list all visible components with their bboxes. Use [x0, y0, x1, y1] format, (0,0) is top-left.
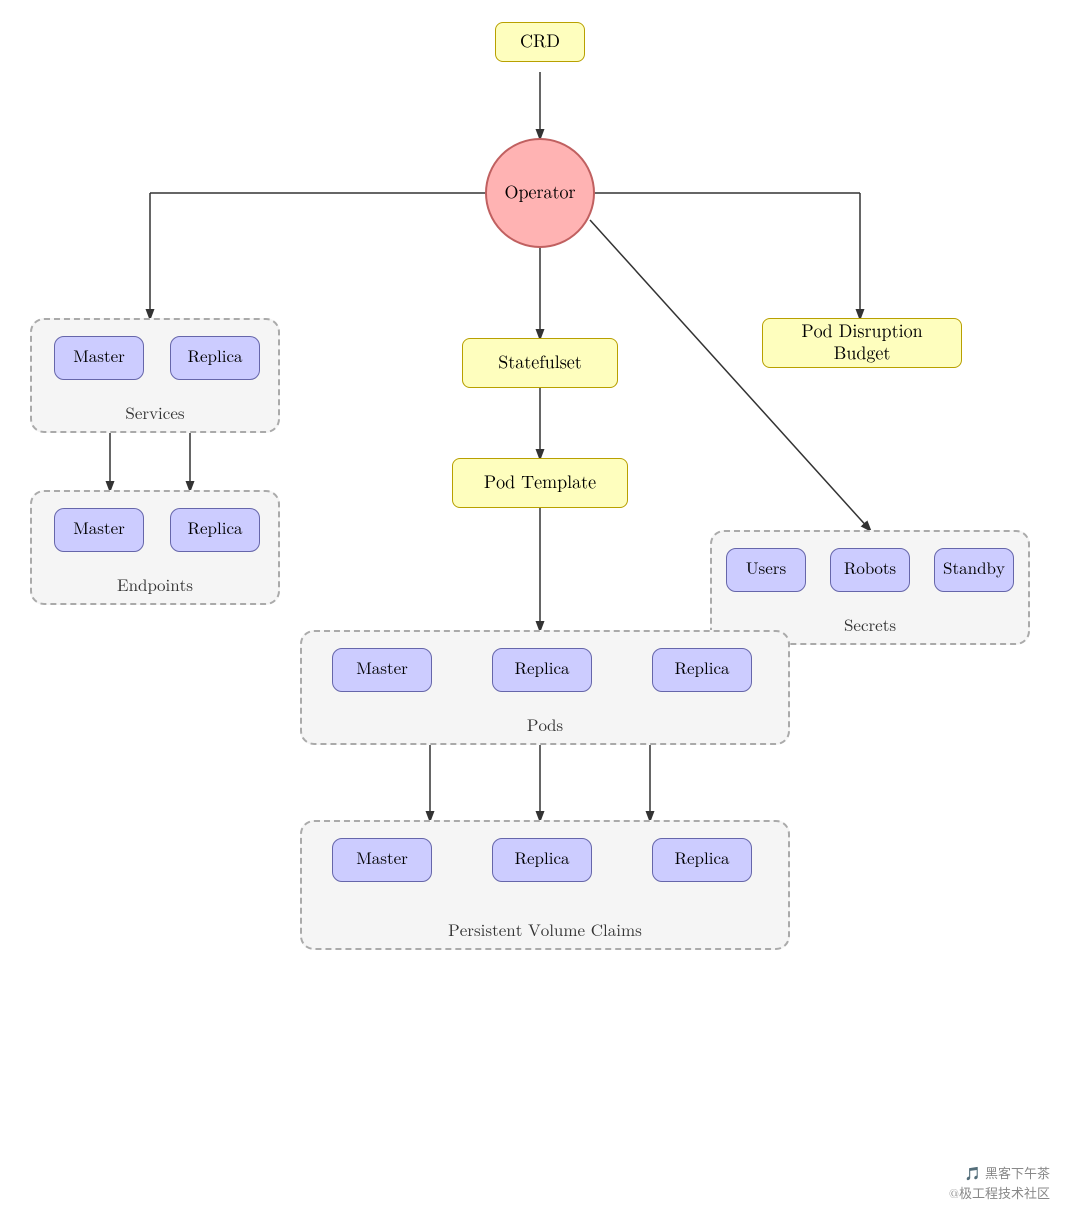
pvc-group: Master Replica Replica Persistent Volume… — [300, 820, 790, 950]
pods-replica1-node: Replica — [492, 648, 592, 692]
crd-node: CRD — [495, 22, 585, 62]
pvc-label: Persistent Volume Claims — [302, 922, 788, 942]
pods-master-node: Master — [332, 648, 432, 692]
endpoints-master-node: Master — [54, 508, 144, 552]
pod-template-node: Pod Template — [452, 458, 628, 508]
diagram: CRD Operator Master Replica Services Mas… — [0, 0, 1080, 1221]
services-label: Services — [32, 405, 278, 425]
endpoints-label: Endpoints — [32, 577, 278, 597]
statefulset-node: Statefulset — [462, 338, 618, 388]
services-replica-node: Replica — [170, 336, 260, 380]
secrets-group: Users Robots Standby Secrets — [710, 530, 1030, 645]
operator-node: Operator — [485, 138, 595, 248]
pvc-replica2-node: Replica — [652, 838, 752, 882]
pods-label: Pods — [302, 717, 788, 737]
secrets-users-node: Users — [726, 548, 806, 592]
endpoints-replica-node: Replica — [170, 508, 260, 552]
pvc-master-node: Master — [332, 838, 432, 882]
pods-replica2-node: Replica — [652, 648, 752, 692]
services-master-node: Master — [54, 336, 144, 380]
services-group: Master Replica Services — [30, 318, 280, 433]
pod-disruption-budget-node: Pod Disruption Budget — [762, 318, 962, 368]
endpoints-group: Master Replica Endpoints — [30, 490, 280, 605]
secrets-standby-node: Standby — [934, 548, 1014, 592]
watermark: 🎵 黑客下午茶 @极工程技术社区 — [949, 1163, 1050, 1203]
pvc-replica1-node: Replica — [492, 838, 592, 882]
secrets-robots-node: Robots — [830, 548, 910, 592]
pods-group: Master Replica Replica Pods — [300, 630, 790, 745]
